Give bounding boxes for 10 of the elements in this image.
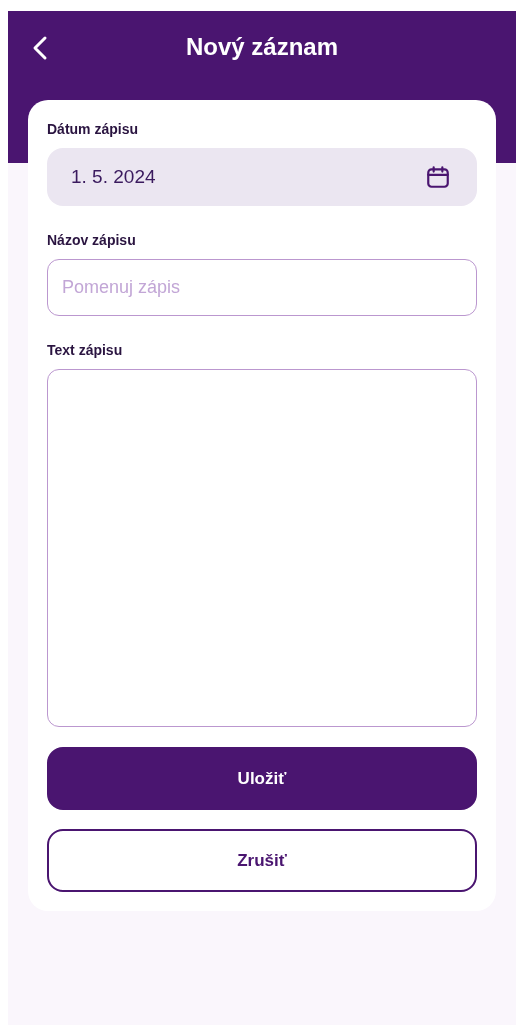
save-button[interactable]: Uložiť bbox=[47, 747, 477, 810]
field-label: Názov zápisu bbox=[47, 231, 137, 249]
date-value: 1. 5. 2024 bbox=[71, 164, 156, 189]
date-field[interactable]: 1. 5. 2024 bbox=[47, 148, 477, 206]
cancel-button[interactable]: Zrušiť bbox=[47, 829, 477, 892]
page-title: Nový záznam bbox=[185, 32, 339, 62]
field-label: Text zápisu bbox=[47, 341, 124, 359]
title-input[interactable]: Pomenuj zápis bbox=[47, 259, 477, 316]
field-label: Dátum zápisu bbox=[47, 120, 139, 138]
calendar-icon bbox=[425, 164, 451, 190]
